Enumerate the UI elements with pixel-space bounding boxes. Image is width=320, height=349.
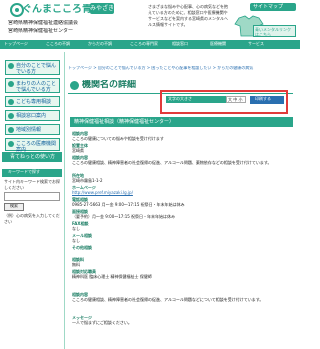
sidebar-item-self[interactable]: 自分のことで悩んでいる方: [5, 60, 60, 75]
sitemap-button[interactable]: サイトマップ: [250, 3, 296, 11]
sidebar-item-medical[interactable]: こころの医療機関案内: [5, 138, 60, 153]
nav-item[interactable]: からだの不調: [88, 41, 128, 48]
person-icon: [8, 63, 14, 69]
field-value: こころの健康についての悩みや相談を受け付けます: [72, 136, 164, 141]
phone-icon: [8, 113, 14, 119]
nav-item[interactable]: 医療機関: [210, 41, 246, 48]
site-intro: さまざまな悩みや心配事、心の病気などを抱えている方のために、相談窓口や医療機関や…: [148, 4, 228, 27]
field-label: その他相談: [72, 245, 92, 250]
nav-item[interactable]: サービス: [248, 41, 296, 48]
nav-item[interactable]: 相談窓口: [172, 41, 208, 48]
field-value: 無料: [72, 262, 80, 267]
contact-banner[interactable]: 青いメンタルリンクはこちら: [253, 25, 296, 37]
logo-banner: みやざき: [90, 3, 114, 14]
field-value: 一人で悩まずにご相談ください。: [72, 320, 132, 325]
sidebar-divider: [64, 52, 65, 349]
search-title: キーワードで探す: [2, 169, 62, 177]
field-value: こころの健康相談、精神障害者の社会復帰の促進、アルコール問題、薬物依存などの相談…: [72, 160, 272, 165]
facility-heading: 精神保健福祉相談（精神保健福祉センター）: [70, 117, 293, 127]
field-value: なし: [72, 238, 80, 243]
nav-item[interactable]: トップページ: [4, 41, 44, 48]
sidebar-item-children[interactable]: こども専用相談: [5, 96, 60, 107]
search-note: （例）心の病気を入力してください: [4, 213, 60, 224]
field-value: 宮崎市霧島1-1-2: [72, 178, 103, 183]
org-name-2: 宮崎県精神保健福祉センター: [8, 28, 74, 34]
font-size-label: 文字の大きさ: [166, 96, 226, 103]
sidebar-item-consult[interactable]: 相談窓口案内: [5, 110, 60, 121]
org-name-1: 宮崎県精神保健福祉連絡協議会: [8, 20, 79, 26]
sidebar-item-region[interactable]: 地域別情報: [5, 124, 60, 135]
print-button[interactable]: 印刷する: [250, 96, 284, 104]
field-value: こころの健康相談、精神障害者の社会復帰の促進、アルコール問題などについて相談を受…: [72, 297, 264, 302]
homepage-link[interactable]: http://www.pref.miyazaki.lg.jp/: [72, 190, 292, 195]
breadcrumb[interactable]: トップページ > 自分のことで悩んでいる方 > 困ったことや心配事を相談したい …: [68, 66, 298, 71]
search-input[interactable]: [4, 192, 60, 201]
logo-text[interactable]: ぐんまこころ青: [22, 4, 92, 17]
nav-item[interactable]: こころの不調: [46, 41, 86, 48]
search-button[interactable]: 検索: [4, 203, 24, 211]
field-value: 宮崎県: [72, 148, 84, 153]
child-icon: [8, 99, 14, 105]
field-value: （要予約）月～金 9:00～17:15 祝祭日・年末年始は休み: [72, 214, 176, 219]
people-icon: [8, 81, 14, 87]
sidebar-item-others[interactable]: まわりの人のことで悩んでいる方: [5, 78, 60, 93]
field-value: 0985-27-5663 月～金 9:00～17:15 祝祭日・年末年始は休み: [72, 202, 185, 207]
field-value: 精神科医 臨床心理士 精神保健福祉士 保健師: [72, 274, 152, 279]
usage-guide-link[interactable]: 青てねっとの使い方: [2, 152, 62, 162]
nav-item[interactable]: こころの専門家: [130, 41, 170, 48]
search-description: サイト内キーワード検索でお探しください: [4, 179, 60, 190]
font-size-options[interactable]: 大 中 小: [226, 96, 246, 103]
top-nav: トップページ こころの不調 からだの不調 こころの専門家 相談窓口 医療機関 サ…: [0, 40, 300, 49]
hospital-icon: [8, 141, 14, 147]
title-icon: [70, 81, 79, 90]
field-value: なし: [72, 226, 80, 231]
map-icon: [8, 127, 14, 133]
